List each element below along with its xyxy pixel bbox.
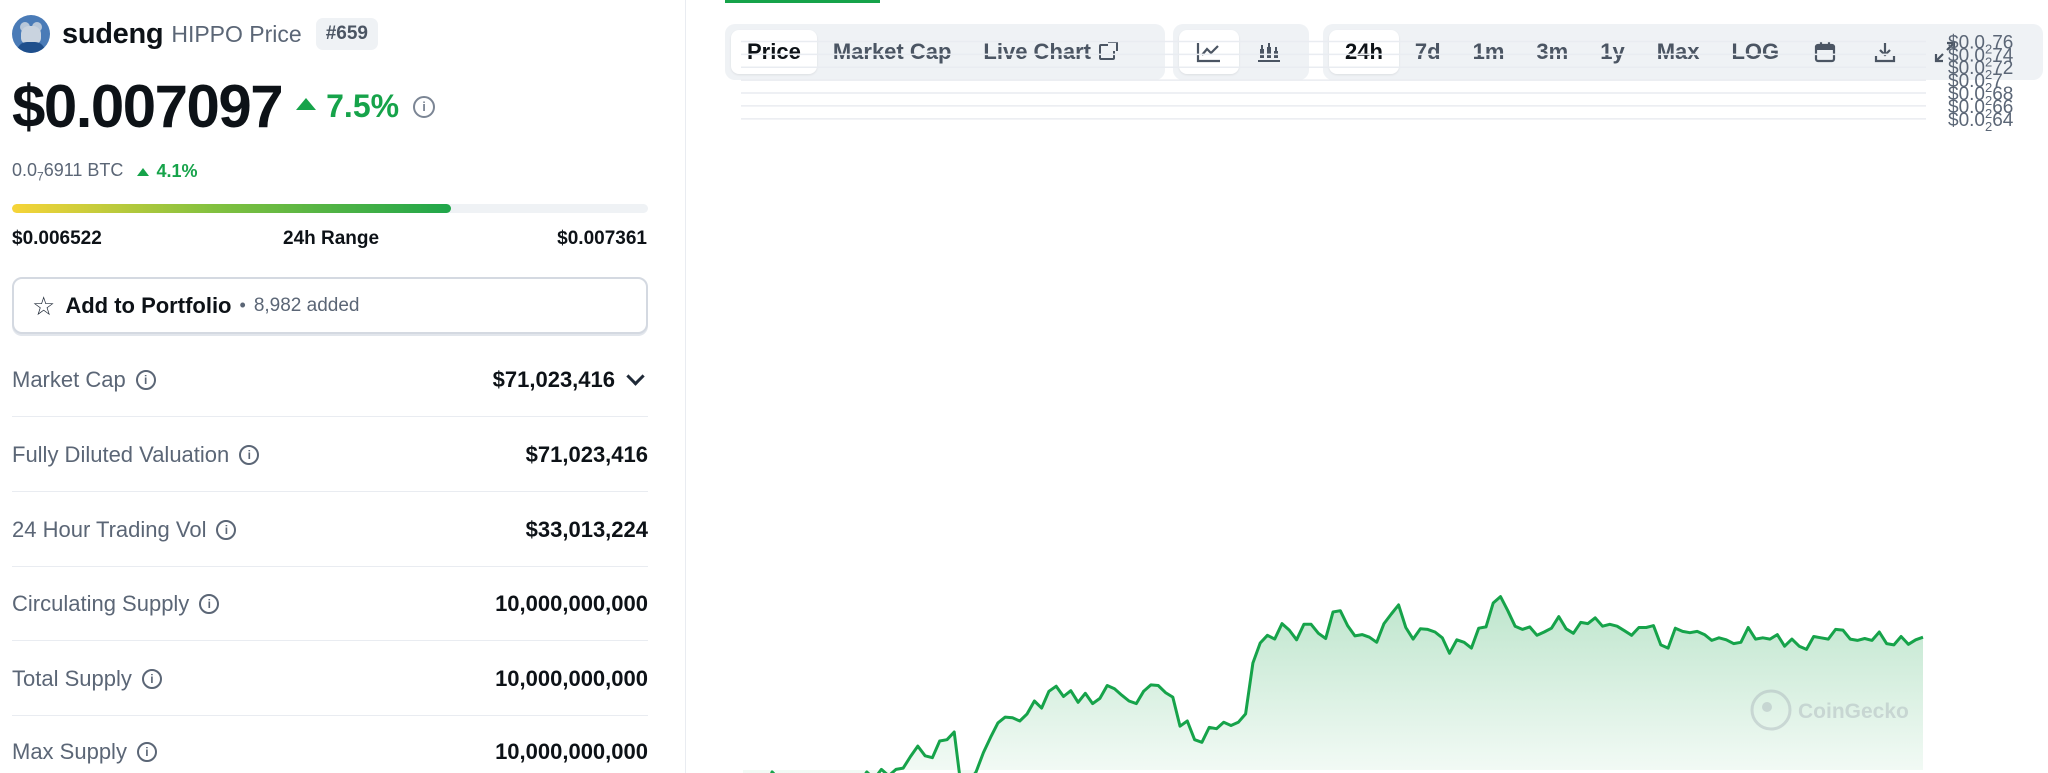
coin-ticker-label: HIPPO Price — [171, 20, 302, 47]
range-low: $0.006522 — [12, 228, 102, 249]
price-row: $0.007097 7.5% i — [12, 72, 436, 141]
range-bar-fill — [12, 204, 451, 213]
btc-price: 0.076911 BTC — [12, 160, 124, 184]
info-icon[interactable]: i — [135, 369, 156, 390]
stat-value: $33,013,224 — [525, 516, 648, 542]
stat-label: Market Cap — [12, 366, 126, 392]
stat-value: 10,000,000,000 — [495, 739, 648, 764]
btc-price-row: 0.076911 BTC 4.1% — [12, 160, 197, 184]
watermark-text: CoinGecko — [1798, 700, 1909, 723]
stat-value: $71,023,416 — [492, 366, 615, 392]
stat-row-max-supply: Max Supply i 10,000,000,000 — [12, 715, 648, 773]
rank-badge: #659 — [315, 18, 378, 50]
price-chart[interactable]: $0.0276$0.0274$0.0272$0.027$0.0268$0.026… — [686, 0, 2048, 773]
stat-label: 24 Hour Trading Vol — [12, 516, 207, 542]
price-change-24h: 7.5% — [326, 88, 400, 124]
range-bar — [12, 204, 648, 213]
portfolio-count: 8,982 added — [253, 294, 360, 316]
y-tick-label: $0.0264 — [1948, 110, 2014, 134]
add-to-portfolio-button[interactable]: ☆ Add to Portfolio • 8,982 added — [12, 277, 648, 334]
caret-up-icon — [296, 97, 317, 110]
stat-row-volume: 24 Hour Trading Vol i $33,013,224 — [12, 493, 648, 567]
info-icon[interactable]: i — [413, 95, 436, 118]
info-icon[interactable]: i — [216, 519, 237, 540]
chart-panel: Price Market Cap Live Chart 24h 7d 1m 3m… — [686, 0, 2048, 773]
stat-row-circulating-supply: Circulating Supply i 10,000,000,000 — [12, 567, 648, 641]
stat-value: 10,000,000,000 — [495, 665, 648, 691]
coin-header: sudeng HIPPO Price #659 — [12, 14, 378, 54]
stat-label: Max Supply — [12, 739, 127, 764]
range-label: 24h Range — [283, 228, 380, 249]
stat-value: $71,023,416 — [525, 441, 648, 467]
range-high: $0.007361 — [557, 228, 647, 249]
portfolio-label: Add to Portfolio — [65, 292, 232, 318]
separator-dot: • — [239, 295, 246, 315]
stat-row-market-cap[interactable]: Market Cap i $71,023,416 — [12, 343, 648, 417]
info-icon[interactable]: i — [136, 742, 157, 762]
info-icon[interactable]: i — [239, 444, 260, 465]
chevron-down-icon[interactable] — [626, 366, 645, 386]
stat-row-total-supply: Total Supply i 10,000,000,000 — [12, 642, 648, 716]
stat-row-fdv: Fully Diluted Valuation i $71,023,416 — [12, 418, 648, 492]
stat-value: 10,000,000,000 — [495, 590, 648, 616]
btc-change: 4.1% — [156, 161, 198, 182]
stat-label: Circulating Supply — [12, 590, 190, 616]
info-icon[interactable]: i — [199, 593, 220, 614]
stat-label: Fully Diluted Valuation — [12, 441, 230, 467]
star-icon: ☆ — [32, 290, 56, 321]
current-price: $0.007097 — [12, 73, 284, 140]
info-icon[interactable]: i — [141, 668, 162, 689]
stat-label: Total Supply — [12, 665, 132, 691]
coin-name: sudeng — [62, 17, 164, 50]
coin-avatar — [12, 15, 50, 53]
coin-overview-panel: sudeng HIPPO Price #659 $0.007097 7.5% i… — [0, 0, 686, 773]
caret-up-icon — [137, 167, 150, 176]
